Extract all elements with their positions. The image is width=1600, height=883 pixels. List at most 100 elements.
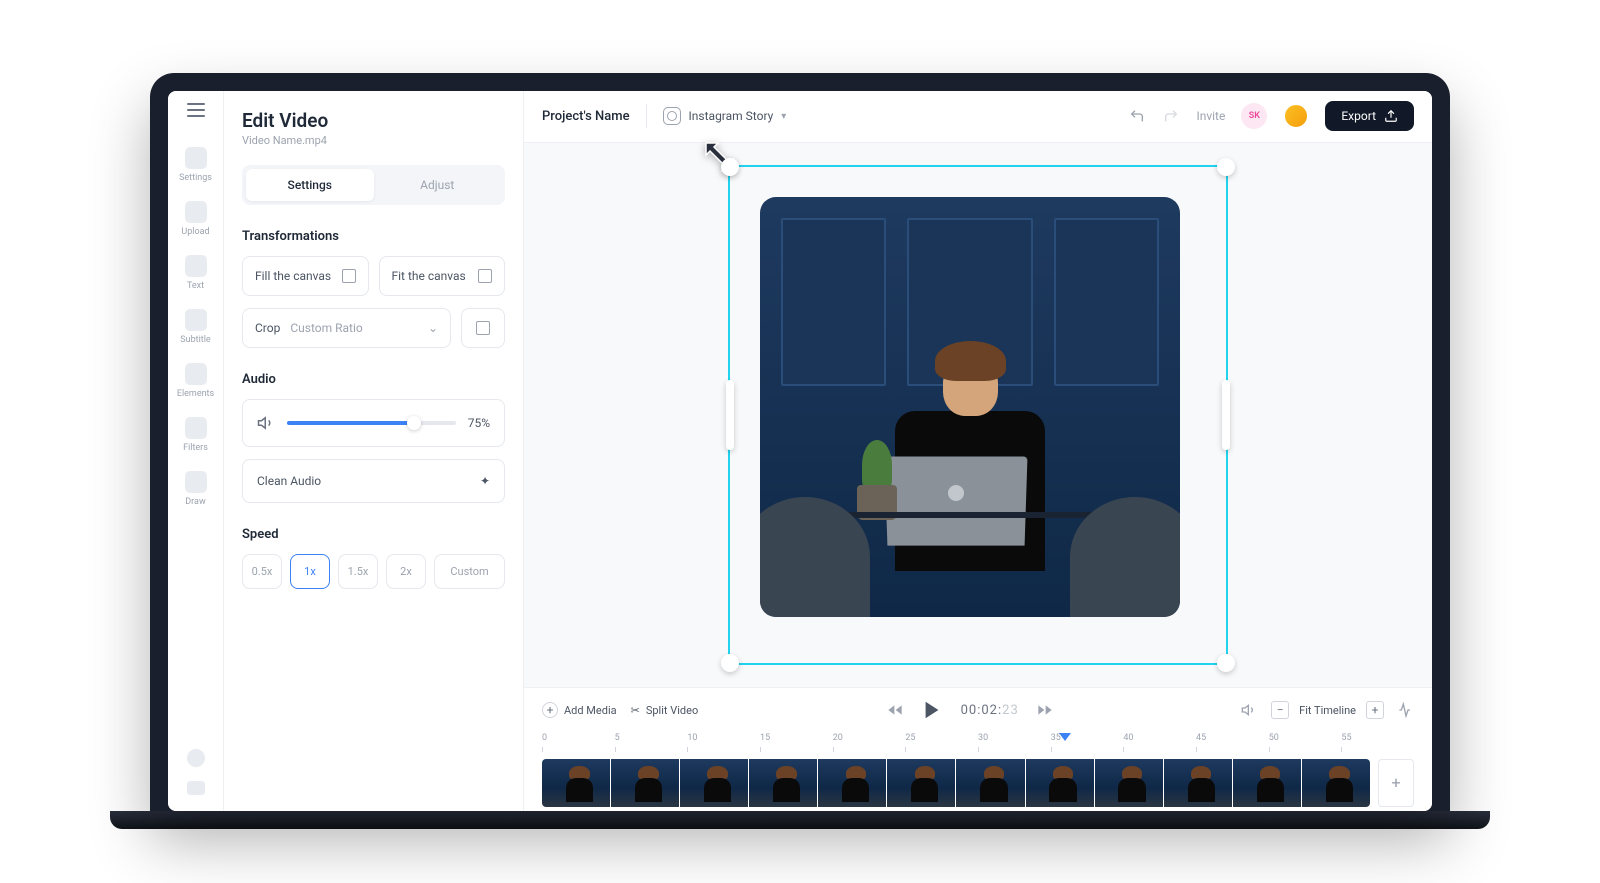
audio-heading: Audio [242, 372, 505, 387]
subtitle-icon [185, 309, 207, 331]
play-button[interactable] [921, 699, 943, 721]
rewind-button[interactable] [887, 702, 903, 718]
video-preview [760, 197, 1180, 617]
waveform-button[interactable] [1398, 702, 1414, 718]
rail-elements[interactable]: Elements [168, 357, 223, 405]
sidebar-rail: Settings Upload Text Subtitle Elements F… [168, 91, 224, 811]
zoom-out-button[interactable]: − [1271, 701, 1289, 719]
resize-cursor-icon [700, 137, 744, 181]
volume-value: 75% [468, 416, 490, 430]
help-icon[interactable] [187, 749, 205, 767]
playhead[interactable] [1059, 733, 1071, 741]
panel-subtitle: Video Name.mp4 [242, 134, 505, 147]
transformations-heading: Transformations [242, 229, 505, 244]
keyboard-icon[interactable] [187, 781, 205, 795]
project-name[interactable]: Project's Name [542, 109, 630, 124]
fit-canvas-button[interactable]: Fit the canvas [379, 256, 506, 296]
track-thumbnail [749, 759, 817, 807]
fit-timeline-label[interactable]: Fit Timeline [1299, 704, 1356, 717]
speed-1x[interactable]: 1x [290, 554, 330, 589]
track-thumbnail [542, 759, 610, 807]
speed-custom[interactable]: Custom [434, 554, 505, 589]
corner-handle-bl[interactable] [721, 654, 739, 672]
main-area: Project's Name Instagram Story ▾ Invite … [524, 91, 1432, 811]
expand-icon [342, 269, 356, 283]
tab-adjust[interactable]: Adjust [374, 169, 502, 201]
crop-button[interactable] [461, 308, 505, 348]
track-thumbnail [1164, 759, 1232, 807]
tab-settings[interactable]: Settings [246, 169, 374, 201]
rail-upload[interactable]: Upload [168, 195, 223, 243]
rail-draw[interactable]: Draw [168, 465, 223, 513]
volume-slider[interactable] [287, 421, 456, 425]
invite-button[interactable]: Invite [1196, 109, 1225, 123]
corner-handle-tl[interactable] [721, 158, 739, 176]
time-display: 00:02:23 [961, 703, 1019, 718]
corner-handle-tr[interactable] [1217, 158, 1235, 176]
timeline-ruler[interactable]: 0 5 10 15 20 25 30 35 40 45 50 55 [524, 733, 1432, 755]
crop-select[interactable]: Crop Custom Ratio ⌄ [242, 308, 451, 348]
chevron-down-icon: ▾ [781, 111, 786, 122]
speed-2x[interactable]: 2x [386, 554, 426, 589]
edge-handle-right[interactable] [1222, 380, 1230, 450]
track-thumbnail [611, 759, 679, 807]
rail-filters[interactable]: Filters [168, 411, 223, 459]
rail-text[interactable]: Text [168, 249, 223, 297]
track-thumbnail [680, 759, 748, 807]
zoom-in-button[interactable]: + [1366, 701, 1384, 719]
rail-subtitle[interactable]: Subtitle [168, 303, 223, 351]
volume-control: 75% [242, 399, 505, 447]
filters-icon [185, 417, 207, 439]
speed-heading: Speed [242, 527, 505, 542]
forward-button[interactable] [1037, 702, 1053, 718]
fill-canvas-button[interactable]: Fill the canvas [242, 256, 369, 296]
track-thumbnail [1302, 759, 1370, 807]
corner-handle-br[interactable] [1217, 654, 1235, 672]
tab-segment: Settings Adjust [242, 165, 505, 205]
track-thumbnail [818, 759, 886, 807]
undo-button[interactable] [1128, 107, 1146, 125]
edge-handle-left[interactable] [726, 380, 734, 450]
instagram-icon [663, 107, 681, 125]
track-thumbnail [1095, 759, 1163, 807]
scissors-icon: ✂ [631, 704, 640, 717]
export-button[interactable]: Export [1325, 101, 1414, 131]
panel-title: Edit Video [242, 109, 505, 132]
split-video-button[interactable]: ✂Split Video [631, 704, 699, 717]
gear-icon [185, 147, 207, 169]
sparkle-icon: ✦ [480, 474, 490, 488]
upload-icon [1384, 109, 1398, 123]
avatar-photo[interactable] [1283, 103, 1309, 129]
draw-icon [185, 471, 207, 493]
canvas[interactable] [524, 143, 1432, 687]
upload-icon [185, 201, 207, 223]
rail-settings[interactable]: Settings [168, 141, 223, 189]
speed-0-5x[interactable]: 0.5x [242, 554, 282, 589]
fit-icon [478, 269, 492, 283]
crop-icon [476, 321, 490, 335]
text-icon [185, 255, 207, 277]
track-thumbnail [887, 759, 955, 807]
menu-icon[interactable] [187, 103, 205, 117]
track-thumbnail [1233, 759, 1301, 807]
speed-1-5x[interactable]: 1.5x [338, 554, 378, 589]
selection-frame[interactable] [728, 165, 1228, 665]
plus-icon: + [542, 702, 558, 718]
volume-icon[interactable] [257, 414, 275, 432]
timeline-toolbar: +Add Media ✂Split Video 00:02:23 − Fit T… [524, 687, 1432, 733]
add-track-button[interactable]: + [1378, 759, 1414, 807]
settings-panel: Edit Video Video Name.mp4 Settings Adjus… [224, 91, 524, 811]
mute-button[interactable] [1241, 702, 1257, 718]
timeline-track-area: + [524, 755, 1432, 811]
avatar-initials[interactable]: SK [1241, 103, 1267, 129]
video-track[interactable] [542, 759, 1370, 807]
track-thumbnail [956, 759, 1024, 807]
clean-audio-button[interactable]: Clean Audio ✦ [242, 459, 505, 503]
platform-select[interactable]: Instagram Story ▾ [663, 107, 787, 125]
track-thumbnail [1026, 759, 1094, 807]
add-media-button[interactable]: +Add Media [542, 702, 617, 718]
redo-button[interactable] [1162, 107, 1180, 125]
topbar: Project's Name Instagram Story ▾ Invite … [524, 91, 1432, 143]
elements-icon [185, 363, 207, 385]
chevron-down-icon: ⌄ [428, 321, 438, 335]
